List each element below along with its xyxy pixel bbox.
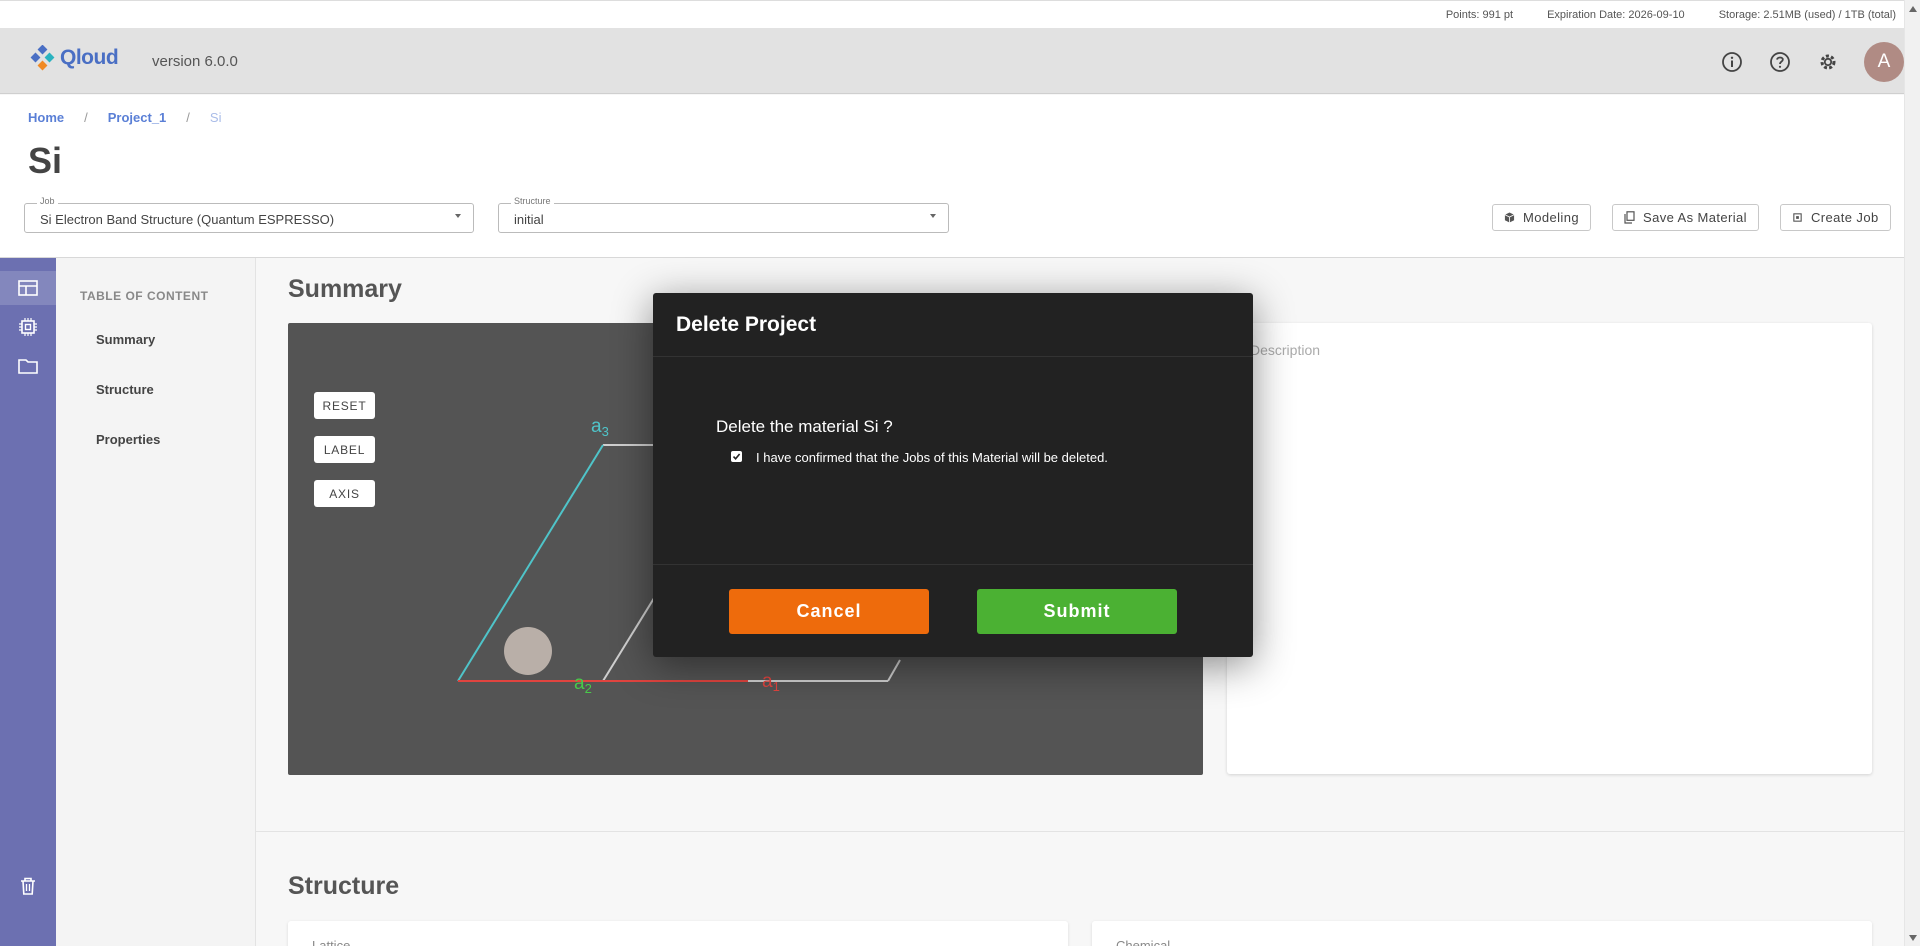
logo-text: Qloud [60,46,119,69]
cube-icon [1504,212,1515,223]
description-card[interactable]: Description [1227,323,1872,774]
structure-section-title: Structure [288,872,400,900]
page-scrollbar[interactable] [1904,0,1920,946]
label-toggle-button[interactable]: LABEL [314,436,375,463]
axis-toggle-button[interactable]: AXIS [314,480,375,507]
create-job-label: Create Job [1811,210,1879,225]
svg-text:a2: a2 [574,673,592,696]
svg-text:a1: a1 [762,671,780,694]
chevron-down-icon [455,214,461,218]
expiration-text: Expiration Date: 2026-09-10 [1547,8,1685,21]
structure-select[interactable]: Structure initial [498,196,949,233]
breadcrumb-separator: / [84,110,88,125]
storage-text: Storage: 2.51MB (used) / 1TB (total) [1718,8,1896,21]
confirm-checkbox-label[interactable]: I have confirmed that the Jobs of this M… [756,450,1108,465]
chip-icon[interactable] [16,315,40,339]
confirm-checkbox[interactable] [731,451,742,462]
create-job-button[interactable]: Create Job [1780,204,1891,231]
summary-icon[interactable] [16,276,40,300]
modeling-label: Modeling [1523,210,1579,225]
page-header: Home / Project_1 / Si Si Job Si Electron… [0,95,1904,258]
scroll-up-arrow-icon[interactable] [1909,6,1917,12]
lattice-card: Lattice [288,921,1068,946]
lattice-label: Lattice [312,938,351,946]
chemical-label: Chemical [1116,938,1171,946]
appbar-actions: A [1720,42,1904,82]
breadcrumb-project[interactable]: Project_1 [108,110,167,125]
toc-item-structure[interactable]: Structure [96,382,154,397]
points-text: Points: 991 pt [1445,8,1514,21]
app-logo[interactable]: Qloud [30,45,119,71]
help-icon[interactable] [1768,50,1792,74]
toc-item-summary[interactable]: Summary [96,332,155,347]
chevron-down-icon [930,214,936,218]
dialog-title: Delete Project [653,293,1253,357]
reset-view-button[interactable]: RESET [314,392,375,419]
checkmark-icon [732,453,741,461]
modeling-button[interactable]: Modeling [1492,204,1591,231]
job-select-value: Si Electron Band Structure (Quantum ESPR… [40,212,335,227]
save-as-material-label: Save As Material [1643,210,1747,225]
version-label: version 6.0.0 [152,53,238,70]
trash-icon[interactable] [16,874,40,898]
toc-item-properties[interactable]: Properties [96,432,160,447]
chemical-card: Chemical [1092,921,1872,946]
breadcrumb-home[interactable]: Home [28,110,64,125]
structure-select-value: initial [514,212,544,227]
dialog-body: Delete the material Si ? I have confirme… [653,357,1253,565]
copy-icon [1624,211,1635,224]
axis-a3-sub: 3 [602,424,609,439]
avatar[interactable]: A [1864,42,1904,82]
delete-question: Delete the material Si ? [716,417,893,436]
axis-a2-sub: 2 [585,681,592,696]
toc-title: TABLE OF CONTENT [80,289,209,303]
job-select-label: Job [37,196,58,206]
info-icon[interactable] [1720,50,1744,74]
breadcrumb-separator: / [186,110,190,125]
gear-icon[interactable] [1816,50,1840,74]
axis-a2-label: a [574,673,585,694]
delete-project-dialog: Delete Project Delete the material Si ? … [653,293,1253,657]
axis-a1-sub: 1 [773,679,780,694]
account-info-bar: Points: 991 pt Expiration Date: 2026-09-… [0,0,1904,28]
breadcrumb: Home / Project_1 / Si [28,110,221,125]
si-atom [504,627,552,675]
axis-a3-label: a [591,416,602,437]
section-divider [256,831,1904,832]
save-as-material-button[interactable]: Save As Material [1612,204,1759,231]
structure-select-label: Structure [511,196,554,206]
lattice-edge [887,659,901,682]
logo-icon [30,45,55,71]
job-select[interactable]: Job Si Electron Band Structure (Quantum … [24,196,474,233]
summary-section-title: Summary [288,275,402,303]
table-of-content: TABLE OF CONTENT Summary Structure Prope… [56,258,256,946]
cancel-button[interactable]: Cancel [729,589,929,634]
breadcrumb-current: Si [209,110,222,125]
submit-button[interactable]: Submit [977,589,1177,634]
folder-icon[interactable] [16,354,40,378]
left-sidebar [0,258,56,946]
app-bar: Qloud version 6.0.0 A [0,28,1904,94]
page-title: Si [28,140,63,181]
scroll-down-arrow-icon[interactable] [1909,935,1917,941]
description-placeholder: Description [1250,342,1321,358]
axis-a1-label: a [762,671,773,692]
chip-icon [1793,213,1802,222]
svg-text:a3: a3 [591,416,609,439]
